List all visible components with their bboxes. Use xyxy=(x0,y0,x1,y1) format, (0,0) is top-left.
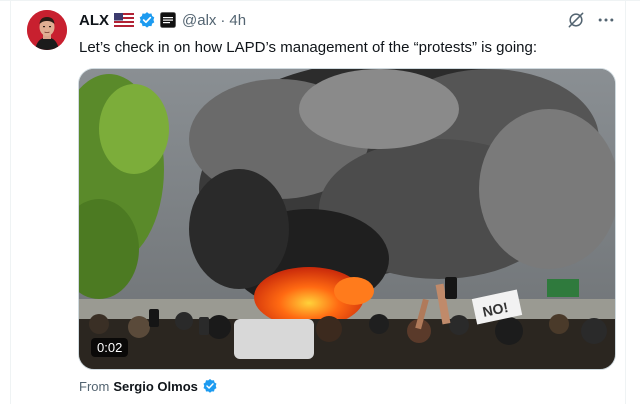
grok-icon[interactable] xyxy=(566,10,586,30)
us-flag-icon xyxy=(114,13,134,27)
separator-dot: · xyxy=(220,11,226,29)
right-divider xyxy=(625,0,626,404)
verified-badge-icon[interactable] xyxy=(138,11,156,29)
video-duration: 0:02 xyxy=(91,338,129,357)
tweet-header: ALX @alx · 4h xyxy=(79,10,246,30)
affiliate-badge-icon[interactable] xyxy=(160,12,176,28)
more-options-icon[interactable] xyxy=(596,10,616,30)
author-name[interactable]: ALX xyxy=(79,12,109,29)
tweet-text: Let’s check in on how LAPD’s management … xyxy=(79,39,538,56)
source-attribution: From Sergio Olmos xyxy=(79,378,218,394)
avatar[interactable] xyxy=(27,10,67,50)
source-name[interactable]: Sergio Olmos xyxy=(113,379,198,394)
source-prefix: From xyxy=(79,378,110,394)
source-verified-badge-icon xyxy=(203,379,217,393)
timestamp[interactable]: 4h xyxy=(229,12,246,29)
tweet-card[interactable]: ALX @alx · 4h Let’s check in on how LAPD… xyxy=(11,0,625,404)
video-frame: NO! xyxy=(79,69,615,369)
author-handle[interactable]: @alx xyxy=(182,12,216,29)
video-player[interactable]: NO! 0:02 xyxy=(78,68,616,370)
avatar-image xyxy=(27,10,67,50)
